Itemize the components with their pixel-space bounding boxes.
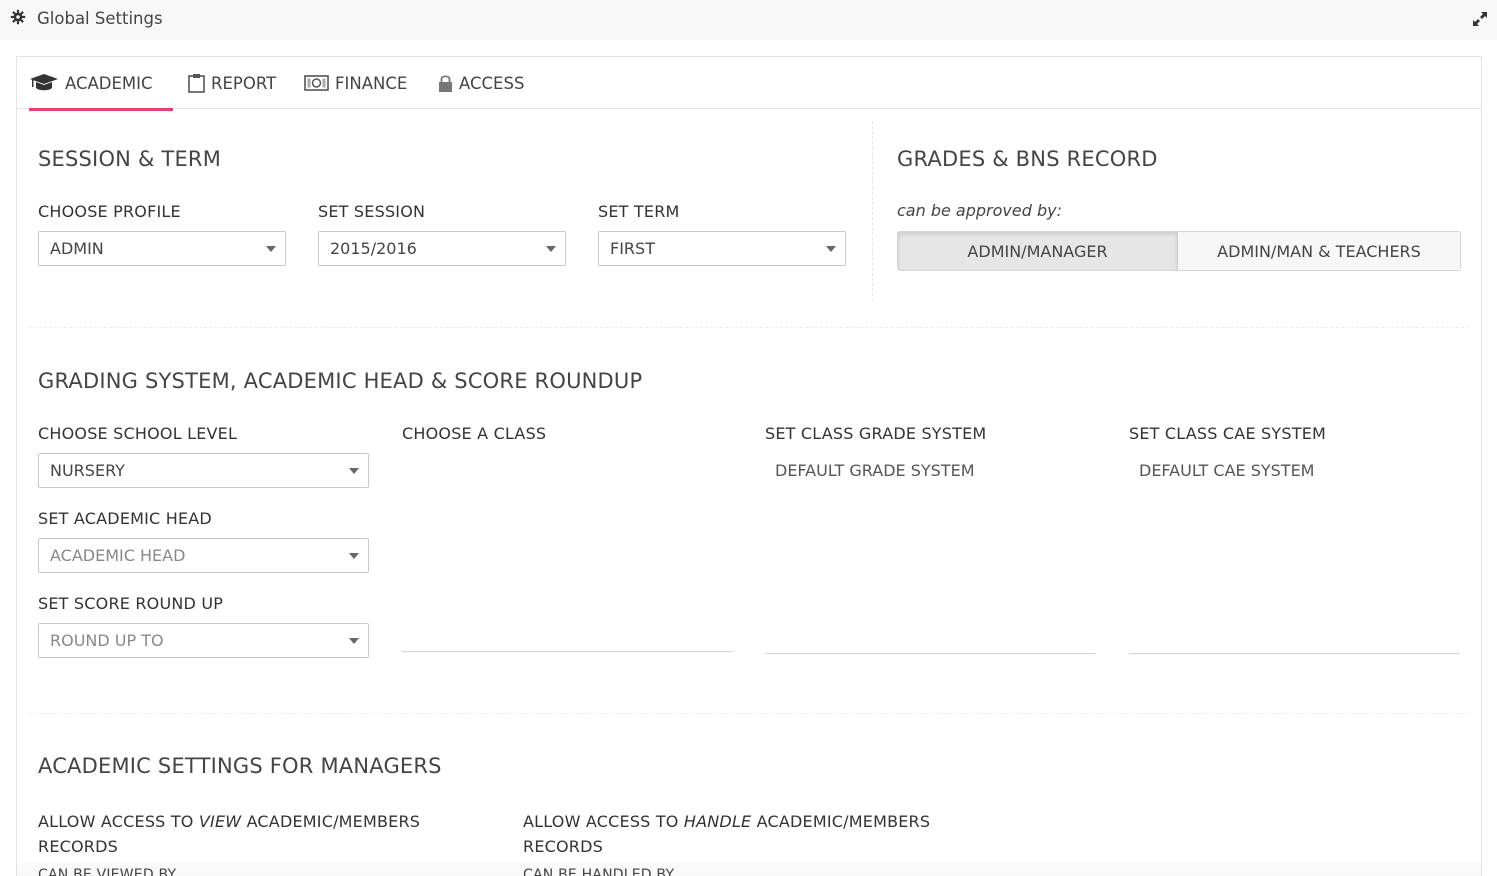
- grade-system-option[interactable]: DEFAULT GRADE SYSTEM: [775, 461, 975, 480]
- score-roundup-select[interactable]: ROUND UP TO: [38, 623, 369, 658]
- tab-report[interactable]: REPORT: [188, 57, 276, 109]
- handle-access-sub: CAN BE HANDLED BY: [523, 867, 675, 876]
- tab-bar: ACADEMIC REPORT FINANCE ACCESS: [17, 57, 1481, 111]
- view-access-line2: RECORDS: [38, 837, 118, 856]
- gear-icon: [10, 9, 26, 25]
- scroll-fade: [17, 863, 1481, 876]
- clipboard-icon: [188, 74, 205, 93]
- caret-down-icon: [266, 246, 276, 252]
- choose-class-label: CHOOSE A CLASS: [402, 424, 547, 443]
- window-titlebar: Global Settings: [0, 0, 1497, 40]
- term-select[interactable]: FIRST: [598, 231, 846, 266]
- handle-access-label: ALLOW ACCESS TO HANDLE ACADEMIC/MEMBERS …: [523, 809, 930, 859]
- settings-panel: ACADEMIC REPORT FINANCE ACCESS SESSION &…: [16, 56, 1482, 876]
- academic-head-label: SET ACADEMIC HEAD: [38, 509, 212, 528]
- score-roundup-placeholder: ROUND UP TO: [50, 631, 164, 650]
- set-session-label: SET SESSION: [318, 202, 426, 221]
- score-roundup-label: SET SCORE ROUND UP: [38, 594, 224, 613]
- set-term-label: SET TERM: [598, 202, 680, 221]
- cae-system-listbox[interactable]: DEFAULT CAE SYSTEM: [1129, 454, 1460, 654]
- grades-heading: GRADES & BNS RECORD: [897, 147, 1158, 171]
- cae-system-label: SET CLASS CAE SYSTEM: [1129, 424, 1327, 443]
- view-access-sub: CAN BE VIEWED BY: [38, 867, 177, 876]
- lock-icon: [439, 74, 452, 92]
- view-access-prefix: ALLOW ACCESS TO: [38, 812, 199, 831]
- school-level-value: NURSERY: [50, 461, 125, 480]
- approval-toggle-group: ADMIN/MANAGER ADMIN/MAN & TEACHERS: [897, 231, 1461, 271]
- section-divider: [872, 121, 873, 301]
- handle-access-prefix: ALLOW ACCESS TO: [523, 812, 684, 831]
- handle-access-emph: HANDLE: [683, 812, 752, 831]
- academic-head-select[interactable]: ACADEMIC HEAD: [38, 538, 369, 573]
- managers-heading: ACADEMIC SETTINGS FOR MANAGERS: [38, 754, 442, 778]
- class-listbox[interactable]: [402, 452, 733, 652]
- school-level-select[interactable]: NURSERY: [38, 453, 369, 488]
- grading-heading: GRADING SYSTEM, ACADEMIC HEAD & SCORE RO…: [38, 369, 643, 393]
- session-select[interactable]: 2015/2016: [318, 231, 566, 266]
- view-access-suffix: ACADEMIC/MEMBERS: [241, 812, 421, 831]
- academic-head-placeholder: ACADEMIC HEAD: [50, 546, 186, 565]
- section-divider: [29, 327, 1469, 328]
- view-access-label: ALLOW ACCESS TO VIEW ACADEMIC/MEMBERS RE…: [38, 809, 420, 859]
- caret-down-icon: [826, 246, 836, 252]
- profile-select-value: ADMIN: [50, 239, 104, 258]
- section-divider: [29, 713, 1469, 714]
- expand-icon[interactable]: [1471, 10, 1489, 28]
- handle-access-suffix: ACADEMIC/MEMBERS: [751, 812, 931, 831]
- caret-down-icon: [349, 638, 359, 644]
- caret-down-icon: [349, 553, 359, 559]
- profile-select[interactable]: ADMIN: [38, 231, 286, 266]
- cae-system-option[interactable]: DEFAULT CAE SYSTEM: [1139, 461, 1314, 480]
- tab-access[interactable]: ACCESS: [438, 57, 524, 109]
- admin-manager-button[interactable]: ADMIN/MANAGER: [898, 232, 1178, 270]
- grade-system-listbox[interactable]: DEFAULT GRADE SYSTEM: [765, 454, 1096, 654]
- term-select-value: FIRST: [610, 239, 655, 258]
- tab-access-label: ACCESS: [459, 73, 525, 93]
- tab-academic-label: ACADEMIC: [65, 73, 153, 93]
- approval-note: can be approved by:: [897, 201, 1062, 220]
- session-term-heading: SESSION & TERM: [38, 147, 222, 171]
- money-icon: [304, 75, 329, 91]
- session-select-value: 2015/2016: [330, 239, 417, 258]
- school-level-label: CHOOSE SCHOOL LEVEL: [38, 424, 238, 443]
- caret-down-icon: [546, 246, 556, 252]
- handle-access-line2: RECORDS: [523, 837, 603, 856]
- grade-system-label: SET CLASS GRADE SYSTEM: [765, 424, 987, 443]
- tab-report-label: REPORT: [211, 73, 277, 93]
- admin-teachers-button[interactable]: ADMIN/MAN & TEACHERS: [1178, 232, 1460, 270]
- view-access-emph: VIEW: [198, 812, 242, 831]
- caret-down-icon: [349, 468, 359, 474]
- tab-finance[interactable]: FINANCE: [304, 57, 407, 109]
- window-title: Global Settings: [37, 9, 163, 28]
- tab-finance-label: FINANCE: [335, 73, 408, 93]
- graduation-cap-icon: [30, 74, 58, 91]
- tab-academic[interactable]: ACADEMIC: [29, 57, 173, 111]
- choose-profile-label: CHOOSE PROFILE: [38, 202, 181, 221]
